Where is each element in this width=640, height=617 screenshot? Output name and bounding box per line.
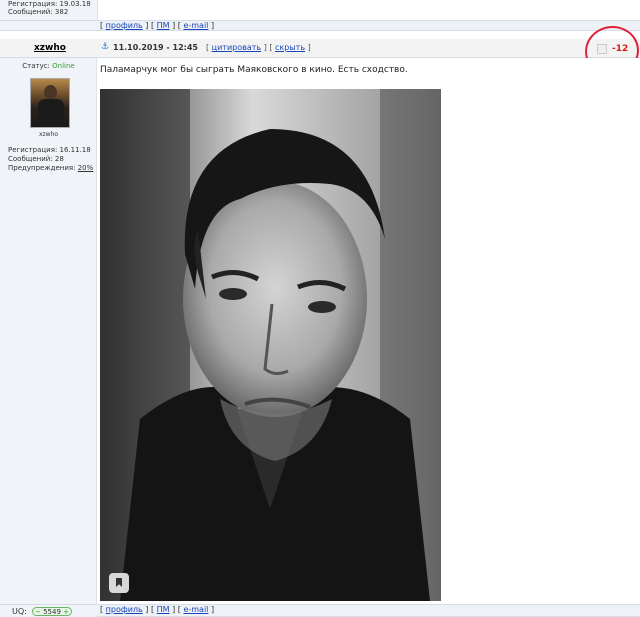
- uq-label: UQ:: [12, 607, 27, 616]
- uq-value[interactable]: − 5549 +: [32, 607, 72, 616]
- user-sidebar: Статус: Online xzwho Регистрация: 16.11.…: [0, 58, 97, 604]
- hide-link[interactable]: скрыть: [275, 43, 305, 52]
- profile-link[interactable]: профиль: [106, 605, 143, 614]
- prev-post-links: [ профиль ] [ ПМ ] [ e-mail ]: [97, 20, 640, 31]
- prev-msg-count: Сообщений: 382: [8, 8, 69, 16]
- post-content: Паламарчук мог бы сыграть Маяковского в …: [97, 58, 640, 604]
- pm-link[interactable]: ПМ: [157, 605, 170, 614]
- profile-link[interactable]: профиль: [106, 21, 143, 30]
- post-text: Паламарчук мог бы сыграть Маяковского в …: [100, 65, 408, 75]
- uq-panel: UQ: − 5549 +: [0, 604, 97, 617]
- anchor-icon[interactable]: ⚓: [101, 43, 109, 52]
- email-link[interactable]: e-mail: [183, 21, 208, 30]
- avatar-head: [44, 85, 57, 100]
- pm-link[interactable]: ПМ: [157, 21, 170, 30]
- prev-post-content: [97, 0, 640, 20]
- prev-reg-date: Регистрация: 19.03.18: [8, 0, 91, 8]
- email-link[interactable]: e-mail: [183, 605, 208, 614]
- avatar-caption: xzwho: [38, 131, 59, 138]
- avatar-torso: [38, 99, 64, 127]
- user-status: Статус: Online: [22, 62, 75, 70]
- prev-links-spacer: [0, 20, 97, 31]
- msg-count: Сообщений: 28: [8, 155, 64, 163]
- post-date: 11.10.2019 - 12:45: [113, 43, 198, 52]
- user-stats: Регистрация: 16.11.18 Сообщений: 28 Пред…: [8, 146, 93, 173]
- author-name[interactable]: xzwho: [34, 43, 66, 53]
- reg-date: Регистрация: 16.11.18: [8, 146, 91, 154]
- warnings-value[interactable]: 20%: [78, 164, 94, 172]
- prev-post-userinfo: Регистрация: 19.03.18 Сообщений: 382: [0, 0, 97, 20]
- avatar[interactable]: [30, 78, 70, 128]
- post-actions: [ цитировать ] [ скрыть ]: [206, 43, 311, 52]
- quote-link[interactable]: цитировать: [212, 43, 261, 52]
- post-photo[interactable]: [100, 89, 441, 601]
- bookmark-icon[interactable]: [109, 573, 129, 593]
- warnings: Предупреждения: 20%: [8, 164, 94, 172]
- post-header: xzwho ⚓ 11.10.2019 - 12:45 [ цитировать …: [0, 39, 640, 58]
- portrait-image: [100, 89, 441, 601]
- status-online: Online: [52, 62, 75, 70]
- post-links: [ профиль ] [ ПМ ] [ e-mail ]: [97, 604, 640, 617]
